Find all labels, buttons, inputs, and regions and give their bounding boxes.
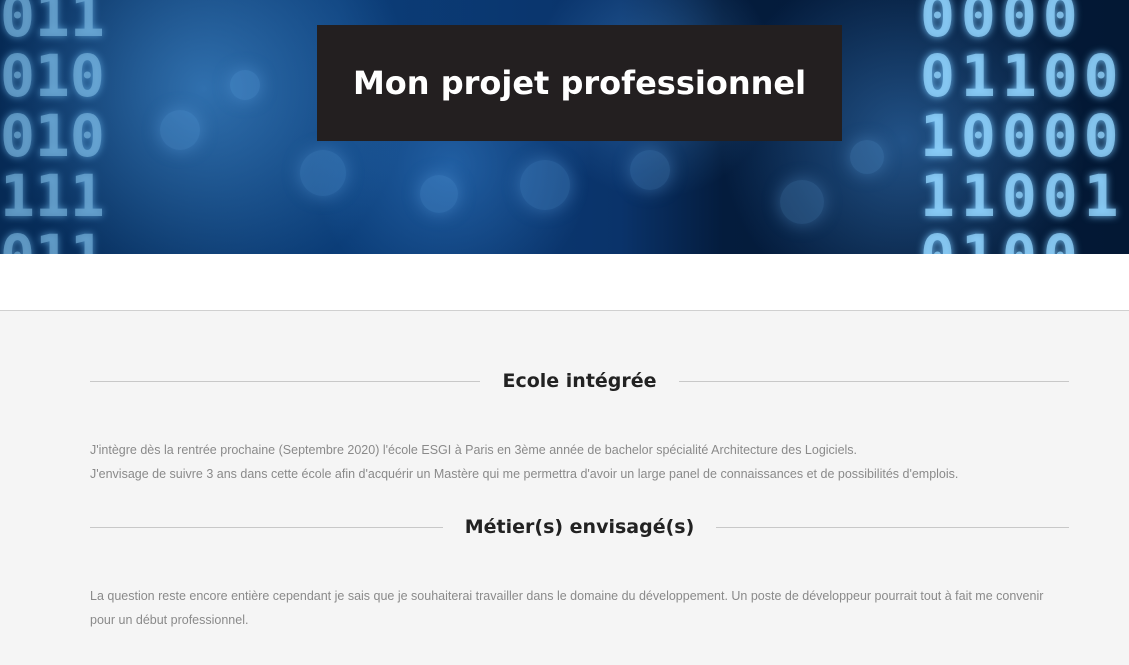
section-body-metiers: La question reste encore entière cependa…	[90, 584, 1070, 632]
section-title: Ecole intégrée	[502, 370, 657, 392]
bokeh-light	[520, 160, 570, 210]
section-heading-metiers: Métier(s) envisagé(s)	[90, 516, 1070, 538]
bokeh-light	[850, 140, 884, 174]
divider-line	[716, 526, 1070, 528]
header-spacer	[0, 254, 1129, 311]
bokeh-light	[160, 110, 200, 150]
bokeh-light	[230, 70, 260, 100]
section-title: Métier(s) envisagé(s)	[464, 516, 695, 538]
paragraph: La question reste encore entière cependa…	[90, 589, 1044, 627]
bokeh-light	[780, 180, 824, 224]
bokeh-light	[630, 150, 670, 190]
hero-banner: 011 010 010 111 011 0000 01100 10000 110…	[0, 0, 1129, 254]
binary-digits-right: 0000 01100 10000 11001 0100	[920, 0, 1125, 254]
bokeh-light	[420, 175, 458, 213]
bokeh-light	[300, 150, 346, 196]
paragraph: J'envisage de suivre 3 ans dans cette éc…	[90, 467, 959, 481]
divider-line	[90, 380, 481, 382]
binary-digits-left: 011 010 010 111 011	[0, 0, 105, 254]
divider-line	[678, 380, 1069, 382]
section-body-ecole: J'intègre dès la rentrée prochaine (Sept…	[90, 438, 1070, 486]
paragraph: J'intègre dès la rentrée prochaine (Sept…	[90, 443, 858, 457]
page-title-box: Mon projet professionnel	[317, 25, 842, 141]
section-heading-ecole: Ecole intégrée	[90, 370, 1069, 392]
page-title: Mon projet professionnel	[352, 64, 807, 102]
divider-line	[90, 526, 443, 528]
